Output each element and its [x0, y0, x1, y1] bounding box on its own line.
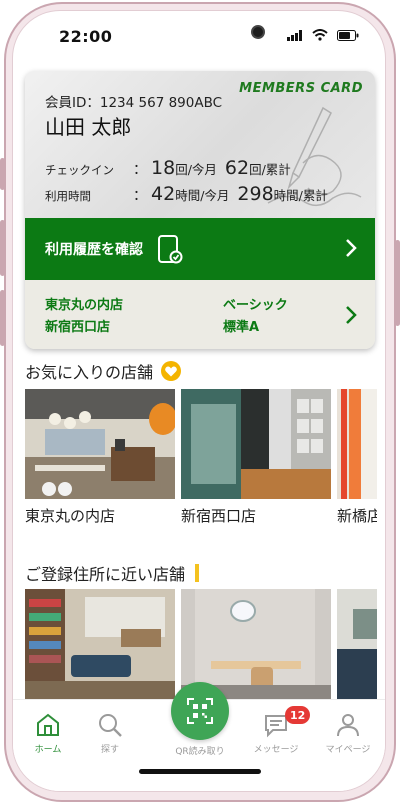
home-indicator — [139, 769, 261, 774]
mute-switch — [0, 158, 5, 190]
usage-stats: 利用時間 ： 42 時間/今月 298 時間/累計 — [45, 183, 336, 205]
store-name-1: 東京丸の内店 — [45, 298, 124, 313]
checkin-stats: チェックイン ： 18 回/今月 62 回/累計 — [45, 157, 299, 179]
wifi-icon — [312, 29, 328, 41]
usage-month-value: 42 — [151, 183, 176, 205]
plan-name-1: ベーシック — [223, 298, 288, 313]
checkin-label: チェックイン — [45, 163, 114, 177]
signal-icon — [287, 29, 302, 41]
tab-mypage[interactable]: マイページ — [313, 712, 383, 755]
store-name-2: 新宿西口店 — [45, 320, 111, 335]
tab-home[interactable]: ホーム — [13, 712, 83, 755]
status-time: 22:00 — [59, 27, 113, 46]
nearby-section-title: ご登録住所に近い店舗 — [25, 561, 200, 585]
usage-label: 利用時間 — [45, 189, 91, 203]
chevron-right-icon — [346, 306, 357, 324]
checkin-colon: ： — [133, 162, 147, 178]
plan-name-2: 標準A — [223, 320, 260, 335]
tab-home-label: ホーム — [34, 745, 62, 755]
heart-icon — [161, 361, 182, 381]
nearby-store-photo-3[interactable] — [337, 589, 377, 699]
message-count-badge: 12 — [285, 706, 311, 724]
usage-total-unit: 時間/累計 — [273, 188, 328, 203]
favorites-title-text: お気に入りの店舗 — [25, 363, 154, 382]
user-icon — [337, 714, 359, 737]
chevron-right-icon — [346, 239, 357, 257]
card-summary: MEMBERS CARD 会員ID：1234 567 890ABC 山田 太郎 … — [25, 71, 375, 218]
member-name: 山田 太郎 — [45, 115, 132, 139]
tab-qr-label: QR読み取り — [175, 747, 225, 757]
checkin-total-unit: 回/累計 — [249, 162, 291, 177]
members-card: MEMBERS CARD 会員ID：1234 567 890ABC 山田 太郎 … — [25, 71, 375, 349]
checkin-month-value: 18 — [151, 157, 176, 179]
bottom-tab-bar: ホーム 探す QR読み取り メッセージ 12 マイページ — [13, 682, 385, 791]
tab-search[interactable]: 探す — [75, 712, 145, 755]
checkin-total-value: 62 — [224, 157, 250, 179]
volume-up-button — [0, 220, 5, 276]
document-check-icon — [158, 235, 183, 264]
phone-screen: 22:00 MEMBERS CARD 会員ID：1234 567 890ABC … — [12, 10, 386, 792]
usage-history-label: 利用履歴を確認 — [45, 242, 143, 258]
store-photo-shinjuku[interactable] — [181, 389, 331, 499]
search-icon — [99, 714, 122, 737]
nearby-store-photo-1[interactable] — [25, 589, 175, 699]
favorite-store-name: 東京丸の内店 — [25, 507, 116, 525]
member-id: 会員ID：1234 567 890ABC — [45, 95, 223, 111]
usage-month-unit: 時間/今月 — [175, 188, 230, 203]
tab-search-label: 探す — [100, 745, 119, 755]
checkin-month-unit: 回/今月 — [175, 162, 217, 177]
store-photo-shinbashi[interactable] — [337, 389, 377, 499]
usage-history-button[interactable]: 利用履歴を確認 — [25, 218, 375, 280]
home-icon — [37, 713, 59, 736]
store-photo-marunouchi[interactable] — [25, 389, 175, 499]
status-bar: 22:00 — [13, 11, 385, 57]
power-button — [395, 240, 400, 326]
volume-down-button — [0, 290, 5, 346]
tab-messages-label: メッセージ — [253, 745, 299, 755]
notch — [121, 11, 281, 51]
favorite-store-name: 新宿西口店 — [181, 507, 257, 525]
qr-code-icon — [187, 698, 213, 724]
qr-scan-button[interactable] — [171, 682, 229, 740]
usage-total-value: 298 — [237, 183, 274, 205]
members-card-label: MEMBERS CARD — [239, 81, 363, 96]
accent-bar — [195, 564, 200, 582]
front-camera — [251, 25, 265, 39]
battery-icon — [337, 29, 359, 41]
store-plan-row[interactable]: 東京丸の内店 新宿西口店 ベーシック 標準A — [25, 280, 375, 349]
tab-mypage-label: マイページ — [325, 745, 371, 755]
favorites-section-title: お気に入りの店舗 — [25, 359, 182, 383]
status-icons — [287, 29, 359, 41]
nearby-title-text: ご登録住所に近い店舗 — [25, 565, 186, 584]
usage-colon: ： — [133, 188, 147, 204]
favorite-store-name: 新橋店 — [337, 507, 377, 525]
